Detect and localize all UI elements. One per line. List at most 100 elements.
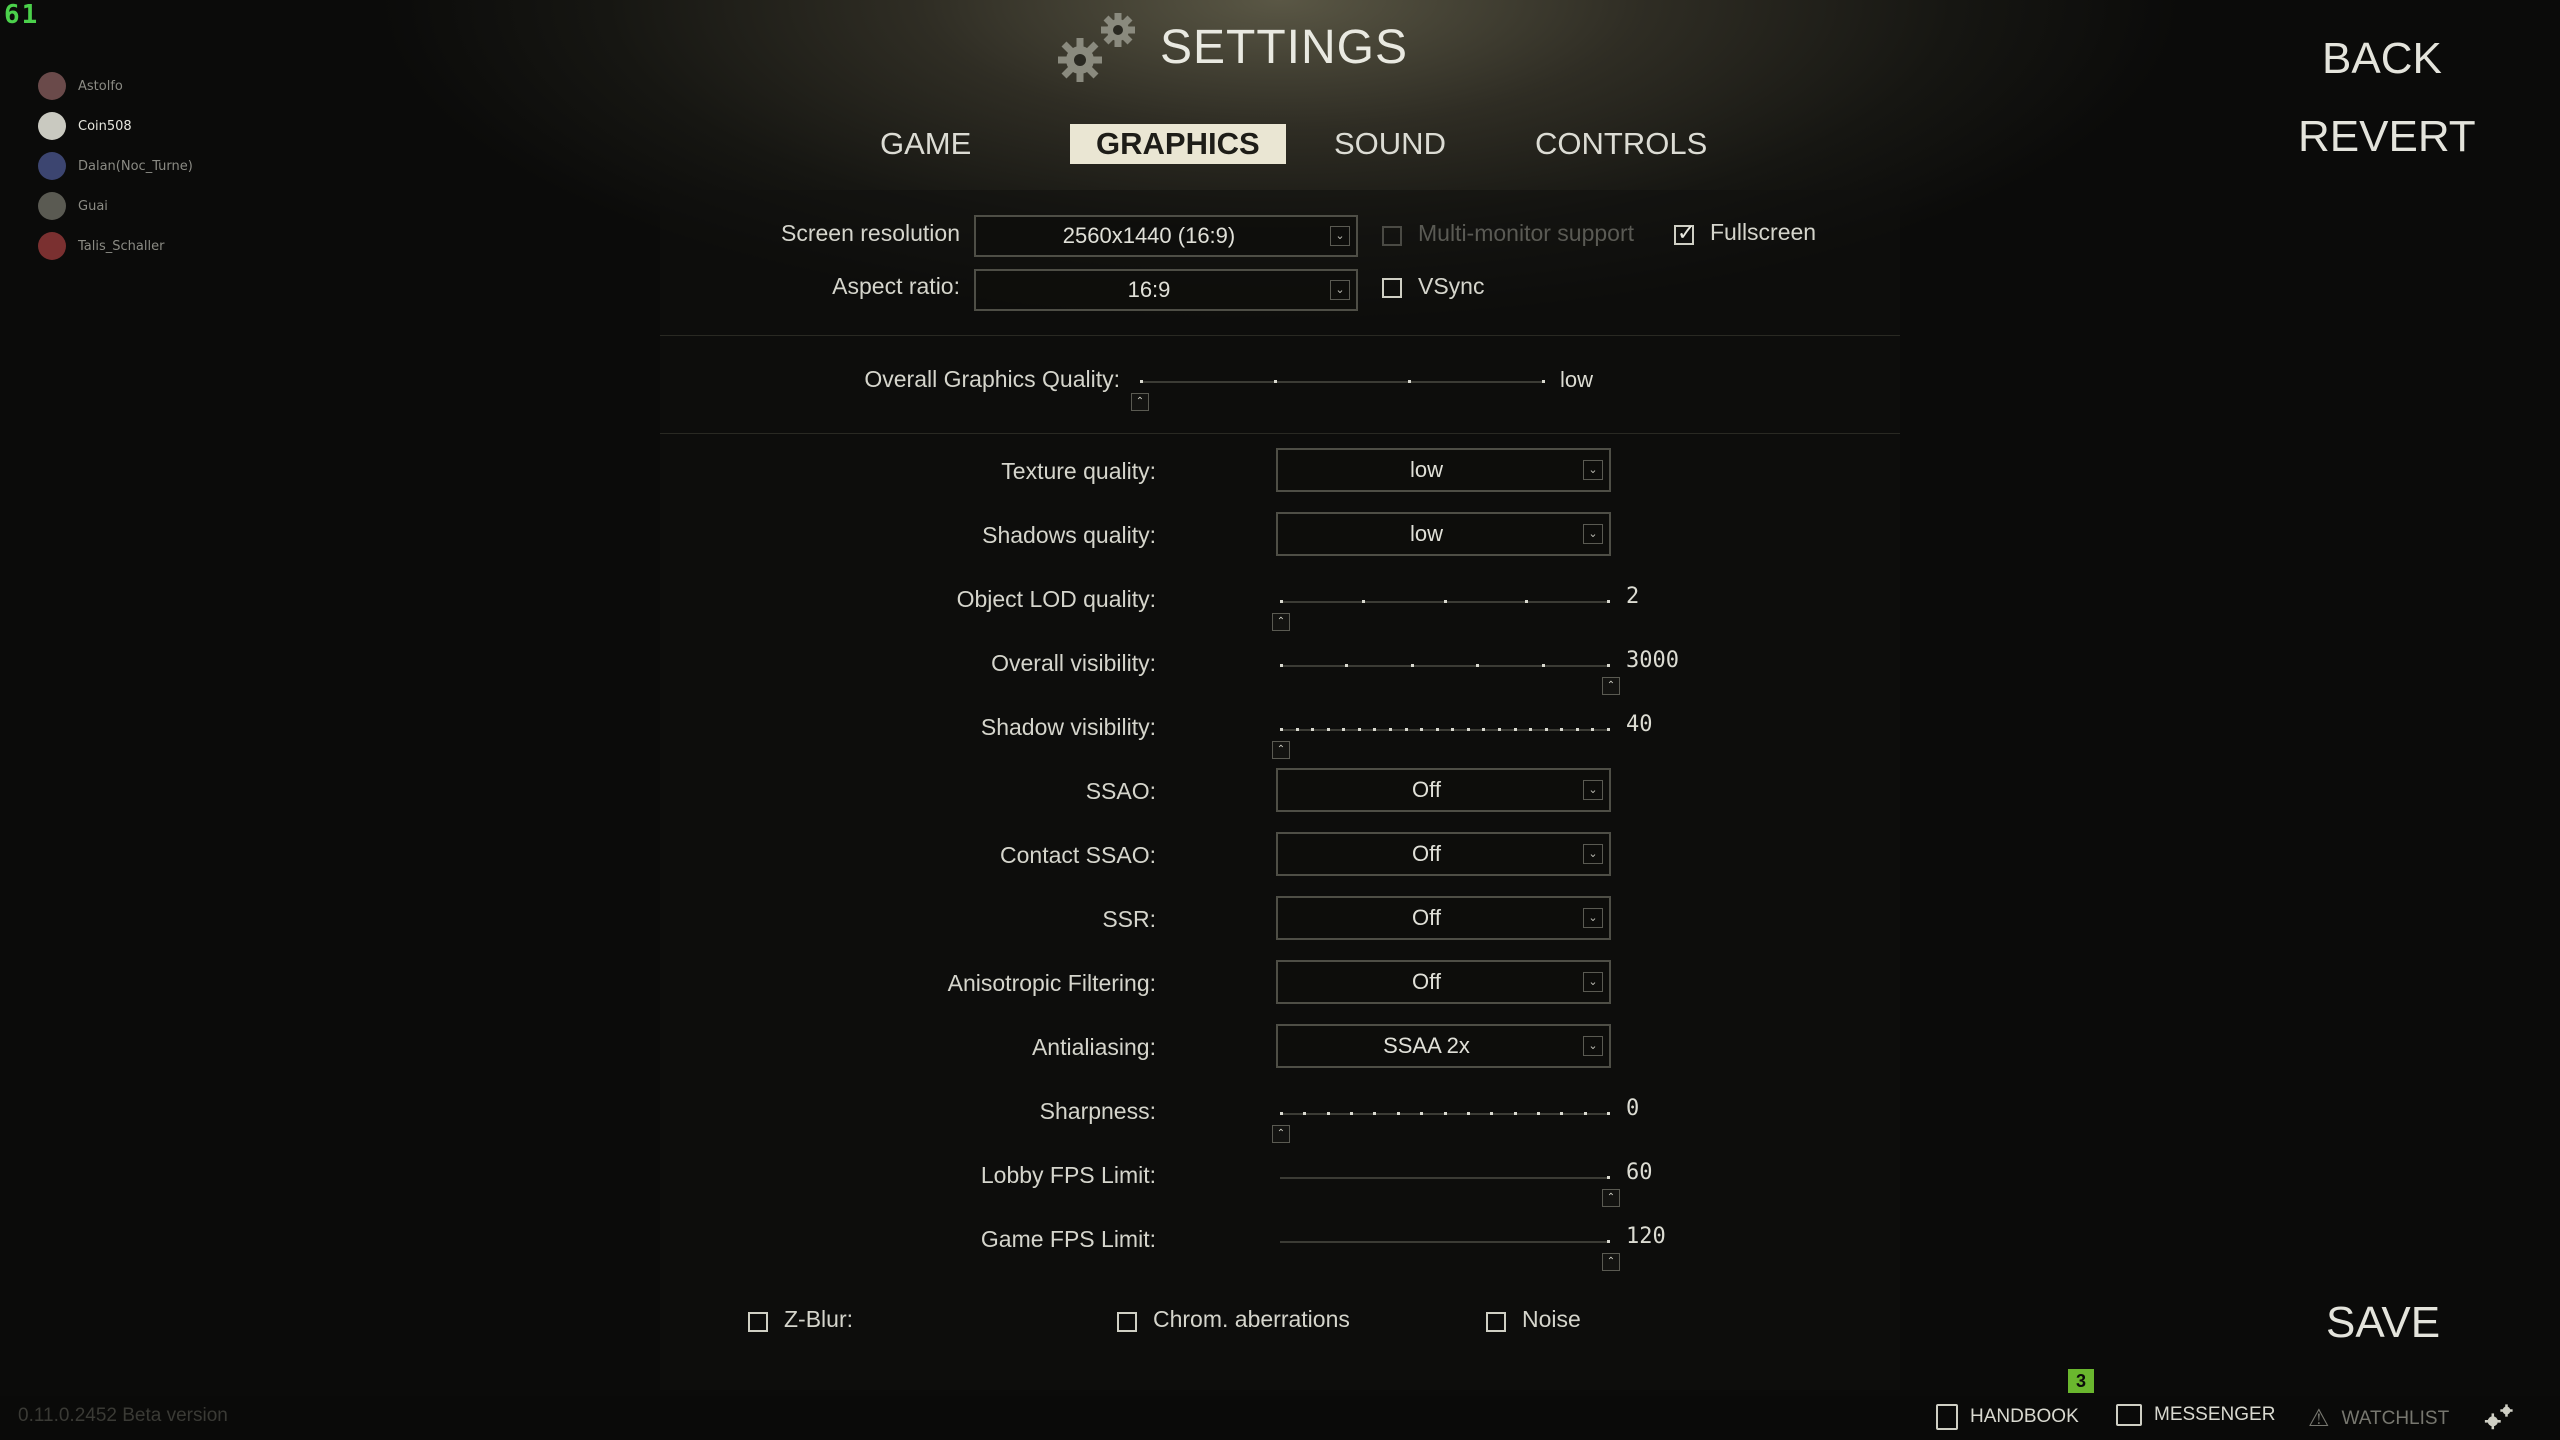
slider-tick bbox=[1542, 380, 1545, 383]
lod-value: 2 bbox=[1626, 584, 1640, 609]
slider-tick bbox=[1560, 728, 1564, 731]
dropdown-value: low bbox=[1409, 521, 1443, 546]
slider-tick bbox=[1404, 728, 1408, 731]
friend-list-item[interactable]: Astolfo bbox=[38, 66, 298, 106]
slider-tick bbox=[1420, 1112, 1424, 1115]
slider-tick bbox=[1326, 1112, 1330, 1115]
slider-tick bbox=[1466, 1112, 1470, 1115]
texture-label: Texture quality: bbox=[1001, 458, 1156, 484]
slider-handle[interactable]: ⌃ bbox=[1602, 677, 1620, 695]
slider-tick bbox=[1607, 1112, 1610, 1115]
game-fps-slider[interactable] bbox=[1280, 1240, 1610, 1243]
fps-counter: 61 bbox=[4, 0, 40, 30]
dropdown-value: low bbox=[1409, 457, 1443, 482]
sharpness-value: 0 bbox=[1626, 1096, 1640, 1121]
slider-tick bbox=[1513, 728, 1517, 731]
chevron-down-icon: ⌄ bbox=[1583, 780, 1603, 800]
tab-game[interactable]: GAME bbox=[880, 124, 971, 164]
slider-tick bbox=[1443, 1112, 1447, 1115]
noise-checkbox[interactable] bbox=[1486, 1312, 1506, 1332]
ssr-dropdown[interactable]: Off ⌄ bbox=[1276, 896, 1611, 940]
slider-tick bbox=[1280, 728, 1283, 731]
avatar bbox=[38, 232, 66, 260]
watchlist-button[interactable]: ⚠ WATCHLIST bbox=[2308, 1404, 2449, 1433]
aniso-dropdown[interactable]: Off ⌄ bbox=[1276, 960, 1611, 1004]
slider-tick bbox=[1607, 728, 1610, 731]
aa-dropdown[interactable]: SSAA 2x ⌄ bbox=[1276, 1024, 1611, 1068]
friend-name: Astolfo bbox=[78, 78, 123, 94]
vsync-checkbox[interactable] bbox=[1382, 278, 1402, 298]
settings-gear-icon bbox=[1058, 13, 1135, 82]
slider-handle[interactable]: ⌃ bbox=[1602, 1189, 1620, 1207]
friend-list-item[interactable]: Guai bbox=[38, 186, 298, 226]
chrom-aberrations-checkbox[interactable] bbox=[1117, 1312, 1137, 1332]
friend-list-item[interactable]: Talis_Schaller bbox=[38, 226, 298, 266]
revert-button[interactable]: REVERT bbox=[2298, 112, 2476, 162]
slider-tick bbox=[1326, 728, 1330, 731]
slider-handle[interactable]: ⌃ bbox=[1602, 1253, 1620, 1271]
save-button[interactable]: SAVE bbox=[2326, 1298, 2440, 1348]
friend-list-item[interactable]: Coin508 bbox=[38, 106, 298, 146]
tab-graphics[interactable]: GRAPHICS bbox=[1070, 124, 1286, 164]
slider-handle[interactable]: ⌃ bbox=[1272, 741, 1290, 759]
texture-dropdown[interactable]: low ⌄ bbox=[1276, 448, 1611, 492]
settings-gear-icon[interactable] bbox=[2482, 1400, 2518, 1434]
lod-slider[interactable] bbox=[1280, 600, 1610, 603]
slider-tick bbox=[1274, 380, 1277, 383]
screen-resolution-dropdown[interactable]: 2560x1440 (16:9) ⌄ bbox=[974, 215, 1358, 257]
friend-name: Talis_Schaller bbox=[78, 238, 165, 254]
slider-tick bbox=[1591, 728, 1595, 731]
messenger-label: MESSENGER bbox=[2154, 1404, 2276, 1425]
fullscreen-checkbox[interactable] bbox=[1674, 221, 1695, 246]
dropdown-value: Off bbox=[1412, 841, 1441, 866]
slider-tick bbox=[1476, 664, 1480, 667]
multi-monitor-label: Multi-monitor support bbox=[1418, 220, 1635, 246]
slider-tick bbox=[1490, 1112, 1494, 1115]
messenger-button[interactable]: MESSENGER bbox=[2116, 1404, 2275, 1426]
game-fps-value: 120 bbox=[1626, 1224, 1666, 1249]
slider-tick bbox=[1607, 1240, 1610, 1243]
z-blur-checkbox[interactable] bbox=[748, 1312, 768, 1332]
lobby-fps-label: Lobby FPS Limit: bbox=[980, 1162, 1156, 1188]
slider-tick bbox=[1435, 728, 1439, 731]
ssao-dropdown[interactable]: Off ⌄ bbox=[1276, 768, 1611, 812]
lobby-fps-slider[interactable] bbox=[1280, 1176, 1610, 1179]
tab-sound[interactable]: SOUND bbox=[1334, 124, 1446, 164]
sharpness-slider[interactable] bbox=[1280, 1112, 1610, 1115]
shadows-label: Shadows quality: bbox=[982, 522, 1156, 548]
slider-tick bbox=[1389, 728, 1392, 731]
slider-tick bbox=[1583, 1112, 1587, 1115]
slider-tick bbox=[1361, 600, 1365, 603]
multi-monitor-checkbox[interactable] bbox=[1382, 226, 1402, 246]
dropdown-value: 2560x1440 (16:9) bbox=[1062, 223, 1236, 248]
tab-controls[interactable]: CONTROLS bbox=[1535, 124, 1707, 164]
slider-tick bbox=[1607, 600, 1610, 603]
friend-name: Guai bbox=[78, 198, 108, 214]
page-title: SETTINGS bbox=[1160, 21, 1409, 74]
slider-handle[interactable]: ⌃ bbox=[1272, 1125, 1290, 1143]
dropdown-value: Off bbox=[1412, 777, 1441, 802]
slider-tick bbox=[1311, 728, 1315, 731]
slider-handle[interactable]: ⌃ bbox=[1131, 393, 1149, 411]
contact-ssao-dropdown[interactable]: Off ⌄ bbox=[1276, 832, 1611, 876]
aspect-ratio-dropdown[interactable]: 16:9 ⌄ bbox=[974, 269, 1358, 311]
visibility-slider[interactable] bbox=[1280, 664, 1610, 667]
slider-tick bbox=[1482, 728, 1486, 731]
watchlist-label: WATCHLIST bbox=[2341, 1407, 2450, 1429]
slider-tick bbox=[1295, 728, 1299, 731]
slider-tick bbox=[1345, 664, 1349, 667]
shadows-dropdown[interactable]: low ⌄ bbox=[1276, 512, 1611, 556]
chevron-down-icon: ⌄ bbox=[1330, 226, 1350, 246]
slider-tick bbox=[1525, 600, 1529, 603]
shadow-visibility-slider[interactable] bbox=[1280, 728, 1610, 731]
handbook-button[interactable]: HANDBOOK bbox=[1936, 1404, 2079, 1430]
fullscreen-label: Fullscreen bbox=[1710, 219, 1817, 245]
overall-quality-slider[interactable] bbox=[1140, 380, 1545, 383]
z-blur-label: Z-Blur: bbox=[784, 1306, 853, 1332]
slider-tick bbox=[1529, 728, 1533, 731]
back-button[interactable]: BACK bbox=[2322, 34, 2442, 84]
lod-label: Object LOD quality: bbox=[956, 586, 1156, 612]
slider-handle[interactable]: ⌃ bbox=[1272, 613, 1290, 631]
vsync-label: VSync bbox=[1418, 273, 1485, 299]
friend-list-item[interactable]: Dalan(Noc_Turne) bbox=[38, 146, 298, 186]
